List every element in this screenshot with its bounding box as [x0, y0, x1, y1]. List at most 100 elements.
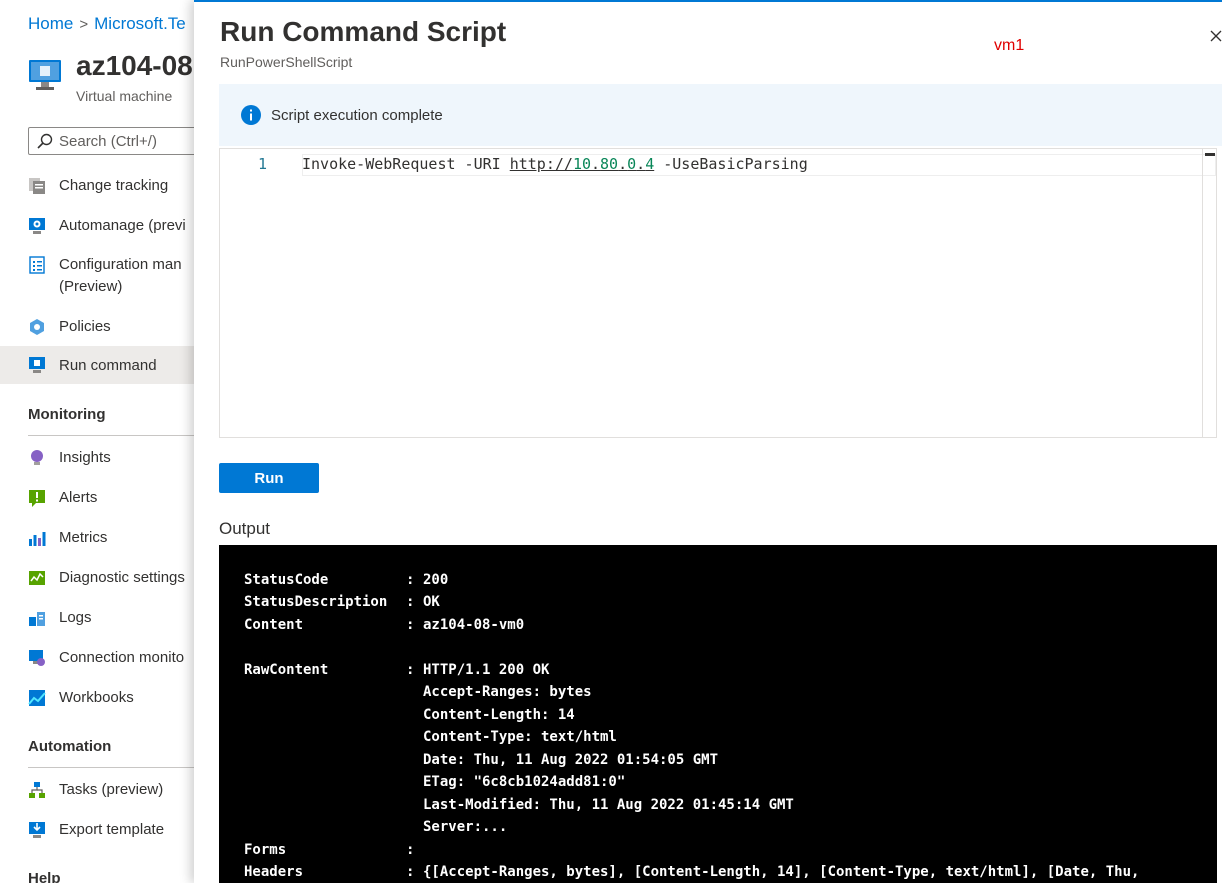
sidebar-item-configuration[interactable]: Configuration man (Preview): [0, 254, 200, 298]
output-key: Headers: [244, 864, 304, 880]
sidebar-item-label: Automanage (previ: [59, 217, 186, 234]
sidebar-item-label: Run command: [59, 357, 157, 374]
output-key: Forms: [244, 842, 287, 858]
info-message: Script execution complete: [271, 106, 443, 124]
output-colon: :: [406, 662, 415, 678]
export-template-icon: [29, 822, 45, 838]
script-code[interactable]: Invoke-WebRequest -URI http://10.80.0.4 …: [302, 155, 808, 173]
panel-subtitle: RunPowerShellScript: [220, 54, 353, 70]
logs-icon: [29, 612, 45, 626]
sidebar-item-label-line2: (Preview): [59, 278, 123, 295]
sidebar-item-metrics[interactable]: Metrics: [0, 527, 200, 549]
vm-annotation: vm1: [994, 37, 1025, 54]
output-colon: :: [406, 617, 415, 633]
info-banner: Script execution complete: [219, 84, 1222, 146]
sidebar-item-label: Configuration man: [59, 256, 182, 273]
output-value: {[Accept-Ranges, bytes], [Content-Length…: [423, 864, 1140, 880]
sidebar-item-label: Alerts: [59, 489, 98, 506]
sidebar-item-run-command[interactable]: Run command: [0, 346, 200, 384]
search-icon: [37, 133, 53, 149]
connection-monitor-icon: [29, 650, 45, 666]
output-colon: :: [406, 864, 415, 880]
sidebar-item-label: Workbooks: [59, 689, 134, 706]
output-colon: :: [406, 842, 415, 858]
search-placeholder: Search (Ctrl+/): [59, 132, 157, 150]
output-row: RawContent: HTTP/1.1 200 OK: [244, 662, 549, 678]
change-tracking-icon: [29, 178, 45, 194]
breadcrumb-resource[interactable]: Microsoft.Te: [94, 14, 186, 33]
sidebar-item-label: Metrics: [59, 529, 108, 546]
code-dot: .: [618, 155, 628, 173]
panel-title: Run Command Script: [220, 16, 507, 47]
sidebar-item-change-tracking[interactable]: Change tracking: [0, 175, 200, 197]
output-key: RawContent: [244, 662, 329, 678]
sidebar-item-label: Change tracking: [59, 177, 169, 194]
output-label: Output: [219, 519, 271, 538]
close-icon[interactable]: [1210, 30, 1222, 42]
sidebar-item-label: Connection monito: [59, 649, 185, 666]
policies-icon: [30, 319, 44, 335]
sidebar-item-workbooks[interactable]: Workbooks: [0, 687, 200, 709]
run-button[interactable]: Run: [219, 463, 319, 493]
sidebar-item-automanage[interactable]: Automanage (previ: [0, 215, 200, 237]
code-ip-octet: 0: [627, 155, 637, 173]
raw-content-line: Content-Length: 14: [423, 707, 575, 723]
output-key: Content: [244, 617, 304, 633]
sidebar-item-export-template[interactable]: Export template: [0, 819, 200, 841]
virtual-machine-icon: [29, 60, 61, 90]
workbooks-icon: [28, 690, 46, 706]
editor-scrollbar[interactable]: [1202, 149, 1216, 437]
output-console[interactable]: StatusCode:200 StatusDescription: OK Cont…: [219, 545, 1217, 883]
sidebar-item-label: Policies: [59, 318, 111, 335]
output-value: az104-08-vm0: [423, 617, 525, 633]
section-divider: [28, 767, 200, 768]
vm-name: az104-08: [76, 50, 193, 81]
output-row: StatusDescription: OK: [244, 594, 440, 610]
output-colon: :: [406, 572, 415, 588]
breadcrumb: Home > Microsoft.Te: [28, 14, 186, 34]
breadcrumb-home[interactable]: Home: [28, 14, 73, 33]
raw-content-line: Date: Thu, 11 Aug 2022 01:54:05 GMT: [423, 752, 719, 768]
metrics-icon: [29, 532, 46, 546]
section-divider: [28, 435, 200, 436]
output-key: StatusCode: [244, 572, 329, 588]
output-row: StatusCode:200: [244, 572, 448, 588]
sidebar-item-tasks[interactable]: Tasks (preview): [0, 779, 200, 801]
search-input[interactable]: Search (Ctrl+/): [28, 127, 200, 155]
output-row: Forms:: [244, 842, 423, 858]
output-row: Headers: {[Accept-Ranges, bytes], [Conten…: [244, 864, 1139, 880]
vm-type: Virtual machine: [76, 88, 173, 104]
section-automation: Automation: [28, 738, 112, 755]
code-ip-octet: 10: [572, 155, 591, 173]
output-key: StatusDescription: [244, 594, 388, 610]
output-value: HTTP/1.1 200 OK: [423, 662, 550, 678]
sidebar-item-policies[interactable]: Policies: [0, 316, 200, 338]
sidebar-item-alerts[interactable]: Alerts: [0, 487, 200, 509]
code-ip-octet: 4: [645, 155, 655, 173]
sidebar-item-label: Insights: [59, 449, 111, 466]
raw-content-line: Server:...: [423, 819, 508, 835]
sidebar-item-diagnostic-settings[interactable]: Diagnostic settings: [0, 567, 200, 589]
raw-content-line: Last-Modified: Thu, 11 Aug 2022 01:45:14…: [423, 797, 794, 813]
raw-content-line: Content-Type: text/html: [423, 729, 617, 745]
sidebar-item-insights[interactable]: Insights: [0, 447, 200, 469]
sidebar-item-label: Tasks (preview): [59, 781, 164, 798]
line-number: 1: [258, 155, 268, 173]
code-ip-octet: 80: [600, 155, 619, 173]
automanage-icon: [29, 218, 45, 234]
script-editor[interactable]: 1 Invoke-WebRequest -URI http://10.80.0.…: [219, 148, 1217, 438]
section-help: Help: [28, 870, 61, 883]
configuration-icon: [29, 256, 45, 274]
scrollbar-thumb[interactable]: [1205, 153, 1215, 156]
sidebar-item-connection-monitor[interactable]: Connection monito: [0, 647, 200, 669]
sidebar-item-label: Export template: [59, 821, 165, 838]
sidebar-item-logs[interactable]: Logs: [0, 607, 200, 629]
raw-content-line: Accept-Ranges: bytes: [423, 684, 592, 700]
code-url: http://10.80.0.4: [510, 155, 655, 173]
output-value: 200: [423, 572, 449, 588]
azure-portal: Home > Microsoft.Te az104-08 Virtual machi…: [0, 0, 1222, 883]
vm-blade: Home > Microsoft.Te az104-08 Virtual machi…: [0, 0, 200, 883]
info-icon: [241, 105, 261, 125]
output-row: Content: az104-08-vm0: [244, 617, 524, 633]
tasks-icon: [29, 782, 45, 798]
